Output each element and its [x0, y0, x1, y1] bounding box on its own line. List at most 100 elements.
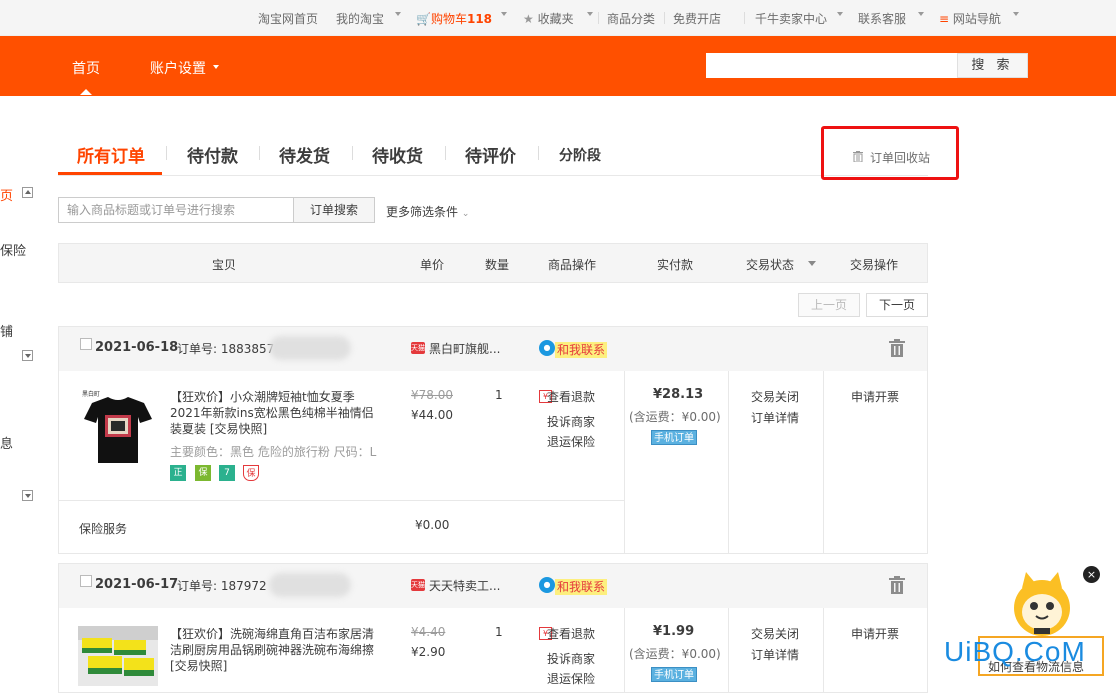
request-invoice-link[interactable]: 申请开票	[851, 625, 899, 642]
order-tabs: 所有订单 待付款 待发货 待收货 待评价 分阶段	[58, 130, 928, 176]
shield-icon[interactable]: 保	[243, 465, 259, 481]
next-page-button[interactable]: 下一页	[866, 293, 928, 317]
order-search-input[interactable]: 输入商品标题或订单号进行搜索	[58, 197, 294, 223]
caret-down-icon[interactable]	[808, 261, 816, 266]
tmall-icon: 天猫	[411, 579, 425, 591]
shop-name-link[interactable]: 黑白町旗舰...	[429, 340, 500, 357]
divider	[624, 371, 625, 553]
topbar-open-shop-link[interactable]: 免费开店	[673, 10, 721, 27]
close-helper-button[interactable]: ×	[1083, 566, 1100, 583]
col-unit-price: 单价	[420, 258, 445, 272]
more-filters-link[interactable]: 更多筛选条件 ⌄	[386, 203, 469, 220]
contact-seller-button[interactable]: 和我联系	[555, 579, 608, 595]
sidebar-item-shop[interactable]: 铺	[0, 321, 13, 340]
more-filters-label: 更多筛选条件	[386, 205, 459, 219]
order-number: 订单号: 187972	[177, 579, 267, 593]
order-checkbox[interactable]	[80, 338, 92, 350]
complain-seller-link[interactable]: 投诉商家	[547, 413, 595, 430]
helper-mascot-icon[interactable]	[1008, 568, 1076, 640]
tab-installment[interactable]: 分阶段	[559, 145, 601, 165]
chat-icon[interactable]: ●	[539, 340, 555, 356]
divider	[823, 371, 824, 553]
chevron-down-icon[interactable]	[918, 12, 924, 16]
col-paid: 实付款	[657, 258, 694, 272]
contact-seller-button[interactable]: 和我联系	[555, 342, 608, 358]
order-search-button[interactable]: 订单搜索	[293, 197, 375, 223]
divider	[823, 608, 824, 692]
col-product-ops: 商品操作	[548, 258, 597, 272]
view-refund-link[interactable]: 查看退款	[547, 388, 595, 405]
order-header: 2021-06-17 订单号: 187972 天猫 天天特卖工... ● 和我联…	[59, 564, 927, 608]
col-trade-status[interactable]: 交易状态	[746, 256, 794, 273]
tab-to-review[interactable]: 待评价	[465, 142, 516, 167]
topbar-favorites-link[interactable]: ★ 收藏夹	[523, 10, 574, 27]
chevron-down-icon[interactable]	[837, 12, 843, 16]
prev-page-button[interactable]: 上一页	[798, 293, 860, 317]
topbar-customer-service-link[interactable]: 联系客服	[858, 10, 906, 27]
order-detail-link[interactable]: 订单详情	[751, 409, 799, 426]
nav-home[interactable]: 首页	[72, 58, 100, 95]
trade-status: 交易关闭	[751, 627, 800, 641]
tab-to-ship[interactable]: 待发货	[279, 142, 330, 167]
order-recycle-bin-link[interactable]: 订单回收站	[870, 149, 930, 166]
quantity: 1	[495, 625, 503, 639]
product-image-tshirt[interactable]: 黑白町	[78, 387, 158, 469]
genuine-badge-icon[interactable]: 正	[170, 465, 186, 481]
complain-seller-link[interactable]: 投诉商家	[547, 650, 595, 667]
chevron-down-icon[interactable]	[1013, 12, 1019, 16]
tab-all-orders[interactable]: 所有订单	[77, 142, 145, 167]
divider	[352, 146, 353, 160]
divider	[728, 608, 729, 692]
view-refund-link[interactable]: 查看退款	[547, 625, 595, 642]
blurred-order-number	[269, 573, 351, 597]
chevron-down-icon[interactable]	[587, 12, 593, 16]
topbar-home-link[interactable]: 淘宝网首页	[258, 10, 318, 27]
topbar-seller-center-link[interactable]: 千牛卖家中心	[755, 10, 827, 27]
seven-day-return-icon[interactable]: 7	[219, 465, 235, 481]
sidebar-item-info[interactable]: 息	[0, 433, 13, 452]
tab-to-pay[interactable]: 待付款	[187, 142, 238, 167]
product-image-sponge[interactable]	[78, 626, 158, 686]
insurance-service-label: 保险服务	[79, 522, 128, 536]
topbar-site-nav-link[interactable]: ≡ 网站导航	[939, 10, 1001, 27]
trash-icon[interactable]	[889, 339, 905, 357]
collapse-up-icon[interactable]	[22, 187, 33, 198]
trash-icon[interactable]	[889, 576, 905, 594]
guarantee-badge-icon[interactable]: 保	[195, 465, 211, 481]
chevron-down-icon[interactable]	[395, 12, 401, 16]
return-insurance-link[interactable]: 退运保险	[547, 670, 595, 687]
order-date: 2021-06-18	[95, 340, 179, 355]
favorites-label: 收藏夹	[537, 12, 574, 26]
nav-account-settings[interactable]: 账户设置	[150, 58, 206, 78]
chevron-down-icon[interactable]	[213, 65, 219, 69]
site-topbar: 淘宝网首页 我的淘宝 🛒购物车118 ★ 收藏夹 商品分类 免费开店 千牛卖家中…	[0, 0, 1116, 36]
active-tab-underline	[58, 172, 162, 175]
request-invoice-link[interactable]: 申请开票	[851, 388, 899, 405]
expand-down-icon[interactable]	[22, 490, 33, 501]
order-table-header: 宝贝 单价 数量 商品操作 实付款 交易状态 交易操作	[58, 243, 928, 283]
product-title-link[interactable]: 【狂欢价】小众潮牌短袖t恤女夏季2021年新款ins宽松黑色纯棉半袖情侣装夏装 …	[170, 389, 382, 437]
main-header: 首页 账户设置 搜 索	[0, 36, 1116, 96]
blurred-order-number	[269, 336, 351, 360]
chevron-down-icon[interactable]	[501, 12, 507, 16]
shop-name-link[interactable]: 天天特卖工...	[429, 577, 500, 594]
order-recycle-bin-highlight[interactable]: 订单回收站	[821, 126, 959, 180]
sidebar-item-home[interactable]: 页	[0, 185, 13, 204]
topbar-categories-link[interactable]: 商品分类	[607, 10, 655, 27]
order-checkbox[interactable]	[80, 575, 92, 587]
expand-down-icon[interactable]	[22, 350, 33, 361]
divider	[598, 12, 599, 24]
tab-to-receive[interactable]: 待收货	[372, 142, 423, 167]
search-input[interactable]	[706, 53, 958, 78]
return-insurance-link[interactable]: 退运保险	[547, 433, 595, 450]
order-detail-link[interactable]: 订单详情	[751, 646, 799, 663]
svg-text:黑白町: 黑白町	[82, 390, 100, 398]
product-attributes: 主要颜色：黑色 危险的旅行粉 尺码：L	[170, 445, 377, 459]
search-button[interactable]: 搜 索	[957, 53, 1028, 78]
sidebar-item-insurance[interactable]: 保险	[0, 240, 26, 259]
topbar-my-taobao-link[interactable]: 我的淘宝	[336, 10, 384, 27]
insurance-price: ¥0.00	[415, 518, 450, 532]
chat-icon[interactable]: ●	[539, 577, 555, 593]
topbar-cart-link[interactable]: 🛒购物车118	[416, 10, 492, 27]
product-title-link[interactable]: 【狂欢价】洗碗海绵直角百洁布家居清洁刷厨房用品锅刷碗神器洗碗布海绵擦 [交易快照…	[170, 626, 382, 674]
